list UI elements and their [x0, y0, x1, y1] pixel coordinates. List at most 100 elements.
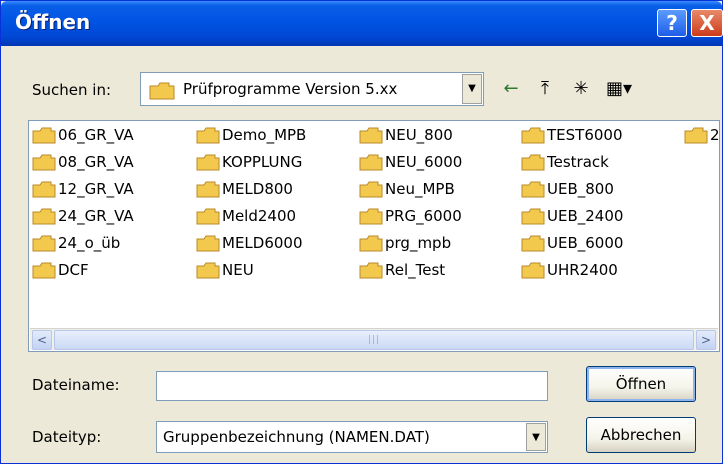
folder-icon	[196, 208, 222, 225]
folder-icon	[32, 262, 58, 279]
folder-name: Rel_Test	[385, 261, 446, 279]
folder-name: NEU	[222, 261, 254, 279]
folder-icon	[521, 127, 547, 144]
open-button[interactable]: Öffnen	[586, 366, 696, 402]
folder-name: KOPPLUNG	[222, 153, 303, 171]
folder-name: 12_GR_VA	[58, 180, 134, 198]
new-folder-icon[interactable]: ✳	[567, 77, 595, 101]
file-name-input[interactable]	[156, 371, 548, 401]
file-list[interactable]: < ||| > 06_GR_VA Demo_MPB NEU_800 TEST6000 0…	[28, 120, 720, 352]
folder-name: prg_mpb	[385, 234, 452, 252]
folder-name: Meld2400	[222, 207, 297, 225]
folder-icon	[32, 154, 58, 171]
folder-name: 06_GR_VA	[58, 126, 134, 144]
folder-item[interactable]: Rel_Test	[359, 259, 445, 281]
folder-icon	[521, 154, 547, 171]
file-type-label: Dateityp:	[32, 428, 102, 446]
folder-icon	[32, 127, 58, 144]
file-name-label: Dateiname:	[32, 376, 120, 394]
folder-icon	[521, 181, 547, 198]
folder-icon	[359, 127, 385, 144]
folder-icon	[521, 235, 547, 252]
views-menu-icon[interactable]: ▦▾	[601, 77, 637, 101]
folder-icon	[196, 127, 222, 144]
folder-item[interactable]: 06_GR_VA	[32, 124, 134, 146]
folder-item[interactable]: Demo_MPB	[196, 124, 306, 146]
open-dialog: Öffnen ? X Suchen in: Prüfprogramme Vers…	[0, 0, 723, 464]
file-type-value: Gruppenbezeichnung (NAMEN.DAT)	[163, 428, 430, 446]
folder-item[interactable]: TEST6000	[521, 124, 623, 146]
folder-name: UEB_800	[547, 180, 614, 198]
folder-item[interactable]: Testrack	[521, 151, 609, 173]
scroll-left-button[interactable]: <	[32, 330, 52, 350]
folder-item[interactable]: UEB_800	[521, 178, 614, 200]
folder-item[interactable]: UEB_2400	[521, 205, 623, 227]
folder-item[interactable]: KOPPLUNG	[196, 151, 302, 173]
folder-name: 2	[710, 126, 720, 144]
folder-item[interactable]: UHR2400	[521, 259, 618, 281]
back-icon[interactable]: ←	[497, 77, 525, 101]
folder-item[interactable]: NEU_6000	[359, 151, 462, 173]
chevron-down-icon[interactable]: ▼	[526, 423, 546, 451]
scroll-thumb[interactable]: |||	[54, 330, 694, 350]
folder-name: NEU_6000	[385, 153, 463, 171]
folder-icon	[196, 235, 222, 252]
folder-item[interactable]: 24_GR_VA	[32, 205, 134, 227]
folder-item[interactable]: 08_GR_VA	[32, 151, 134, 173]
folder-icon	[196, 154, 222, 171]
horizontal-scrollbar[interactable]: < ||| >	[30, 328, 718, 350]
folder-icon	[684, 127, 710, 144]
folder-icon	[32, 181, 58, 198]
folder-icon	[149, 82, 175, 104]
folder-icon	[521, 208, 547, 225]
folder-icon	[521, 262, 547, 279]
folder-item[interactable]: DCF	[32, 259, 89, 281]
folder-item[interactable]: prg_mpb	[359, 232, 451, 254]
folder-item[interactable]: NEU_800	[359, 124, 453, 146]
folder-item[interactable]: MELD6000	[196, 232, 303, 254]
folder-name: NEU_800	[385, 126, 453, 144]
folder-icon	[359, 235, 385, 252]
folder-icon	[196, 262, 222, 279]
close-button[interactable]: X	[691, 9, 723, 37]
folder-item-partial[interactable]: 2	[684, 124, 720, 146]
look-in-dropdown[interactable]: Prüfprogramme Version 5.xx ▼	[140, 72, 484, 106]
folder-name: MELD6000	[222, 234, 303, 252]
folder-name: TEST6000	[547, 126, 623, 144]
folder-icon	[32, 208, 58, 225]
folder-name: MELD800	[222, 180, 293, 198]
window-title: Öffnen	[15, 10, 91, 34]
cancel-button[interactable]: Abbrechen	[586, 417, 696, 453]
folder-icon	[359, 262, 385, 279]
up-folder-icon[interactable]: ⤒	[531, 77, 559, 101]
folder-item[interactable]: UEB_6000	[521, 232, 623, 254]
look-in-value: Prüfprogramme Version 5.xx	[183, 80, 398, 98]
scroll-right-button[interactable]: >	[696, 330, 716, 350]
file-type-dropdown[interactable]: Gruppenbezeichnung (NAMEN.DAT) ▼	[156, 421, 548, 453]
folder-icon	[196, 181, 222, 198]
folder-icon	[359, 208, 385, 225]
folder-name: UEB_2400	[547, 207, 624, 225]
chevron-down-icon[interactable]: ▼	[462, 74, 482, 104]
folder-item[interactable]: NEU	[196, 259, 254, 281]
folder-name: Demo_MPB	[222, 126, 307, 144]
folder-name: 24_GR_VA	[58, 207, 134, 225]
folder-name: UHR2400	[547, 261, 618, 279]
folder-icon	[359, 154, 385, 171]
folder-name: DCF	[58, 261, 89, 279]
help-button[interactable]: ?	[657, 9, 687, 37]
folder-name: Testrack	[547, 153, 609, 171]
folder-name: UEB_6000	[547, 234, 624, 252]
folder-item[interactable]: MELD800	[196, 178, 293, 200]
folder-name: Neu_MPB	[385, 180, 455, 198]
folder-item[interactable]: Neu_MPB	[359, 178, 455, 200]
folder-name: 24_o_üb	[58, 234, 121, 252]
title-bar[interactable]: Öffnen ? X	[1, 1, 723, 46]
folder-icon	[359, 181, 385, 198]
folder-item[interactable]: Meld2400	[196, 205, 296, 227]
folder-name: PRG_6000	[385, 207, 462, 225]
folder-item[interactable]: 24_o_üb	[32, 232, 120, 254]
folder-item[interactable]: 12_GR_VA	[32, 178, 134, 200]
folder-item[interactable]: PRG_6000	[359, 205, 462, 227]
folder-icon	[32, 235, 58, 252]
